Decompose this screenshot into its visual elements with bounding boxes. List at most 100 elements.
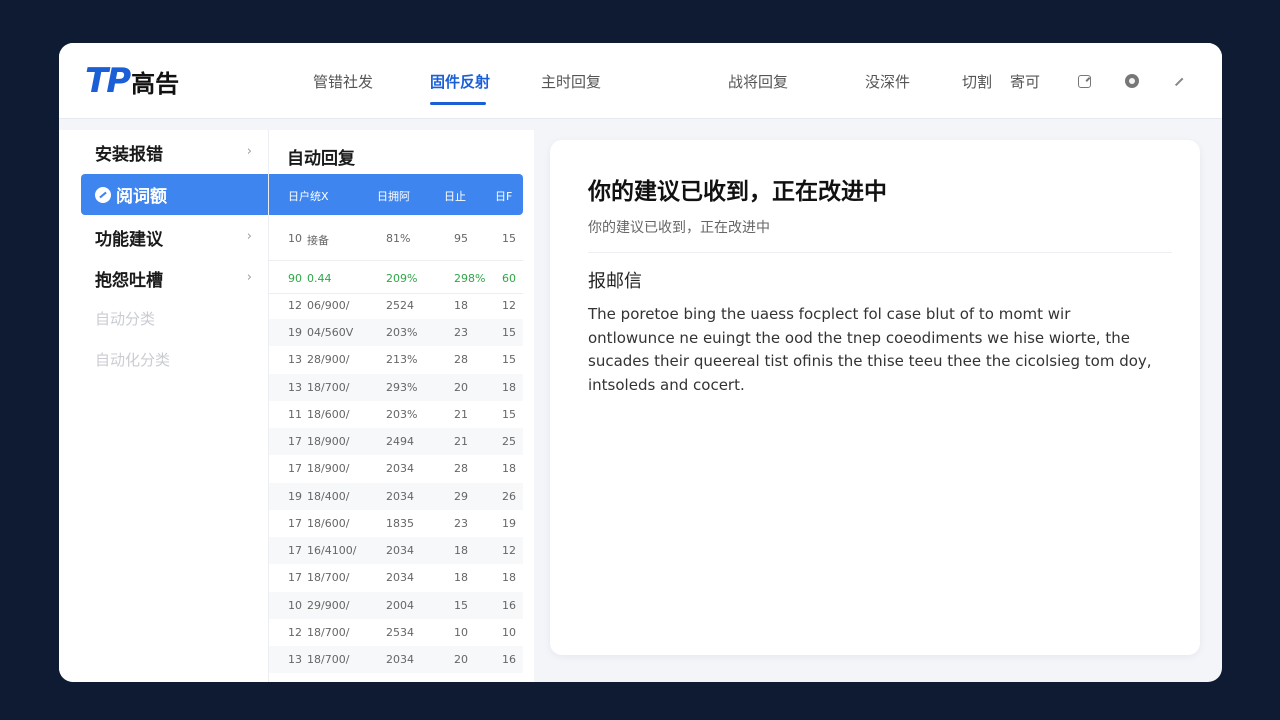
table-row[interactable]: 17 18/600/1835 23 19 (269, 510, 523, 537)
chevron-right-icon: › (246, 229, 252, 244)
table-row[interactable]: 13 18/700/2034 20 16 (269, 646, 523, 673)
table-cell: 16/4100/ (307, 544, 357, 557)
nav-item-0[interactable]: 管错社发 (313, 71, 373, 92)
table-cell: 25 (502, 435, 516, 448)
table-row[interactable]: 90 0.44 209% 298% 60 (269, 260, 523, 294)
column-header[interactable]: 日F (495, 188, 512, 204)
table-cell: 0.44 (307, 271, 332, 285)
divider (588, 252, 1172, 253)
table-cell: 18/700/ (307, 626, 350, 639)
record-icon[interactable] (1125, 74, 1139, 88)
nav-item-5[interactable]: 切割 (962, 71, 992, 92)
category-sidebar: 安装报错 › 阅词额 功能建议 › 抱怨吐槽 › 自动分类 自动化分类 (59, 130, 268, 682)
table-cell: 18 (454, 299, 468, 312)
table-row[interactable]: 11 18/600/203% 21 15 (269, 401, 523, 428)
table-cell: 2524 (386, 299, 414, 312)
message-body: The poretoe bing the uaess focplect fol … (588, 305, 1152, 394)
top-header: TP 高告 管错社发 固件反射 主时回复 战将回复 没深件 切割 寄可 (59, 43, 1222, 119)
table-cell: 15 (502, 326, 516, 339)
edit-window-icon[interactable] (1078, 75, 1091, 88)
table-cell: 19 (288, 326, 302, 339)
table-cell: 60 (502, 271, 516, 285)
table-cell: 19 (288, 490, 302, 503)
table-cell: 95 (454, 232, 468, 245)
column-header[interactable]: 日拥阿 (377, 188, 410, 204)
table-row[interactable]: 10 29/900/2004 15 16 (269, 592, 523, 619)
table-cell: 15 (502, 353, 516, 366)
sidebar-item-auto-classify-2[interactable]: 自动化分类 (81, 339, 268, 380)
logo-text: 高告 (131, 69, 180, 98)
column-header[interactable]: 日户统X (288, 188, 329, 204)
table-cell: 209% (386, 271, 418, 285)
table-cell: 06/900/ (307, 299, 350, 312)
table-cell: 13 (288, 653, 302, 666)
card-subtitle: 你的建议已收到，正在改进中 (588, 220, 770, 236)
table-cell: 28 (454, 353, 468, 366)
table-cell: 90 (288, 271, 302, 285)
table-row[interactable]: 13 18/700/293% 20 18 (269, 374, 523, 401)
table-row[interactable]: 19 04/560V 203% 23 15 (269, 319, 523, 346)
table-cell: 13 (288, 353, 302, 366)
table-row[interactable]: 10 接备 81% 95 15 (269, 225, 523, 252)
table-row[interactable]: 12 18/700/2534 10 10 (269, 619, 523, 646)
table-cell: 23 (454, 517, 468, 530)
table-cell: 17 (288, 571, 302, 584)
feedback-detail-card: 你的建议已收到，正在改进中 你的建议已收到，正在改进中 报邮信 The pore… (550, 140, 1200, 655)
minimize-icon[interactable] (1174, 77, 1184, 86)
nav-item-2[interactable]: 主时回复 (541, 71, 601, 92)
chevron-right-icon: › (246, 270, 252, 285)
table-row[interactable]: 17 18/900/2034 28 18 (269, 455, 523, 482)
column-header[interactable]: 日止 (444, 188, 466, 204)
table-cell: 2534 (386, 626, 414, 639)
table-cell: 12 (502, 299, 516, 312)
nav-item-6[interactable]: 寄可 (1010, 71, 1040, 92)
table-cell: 2034 (386, 462, 414, 475)
table-cell: 17 (288, 544, 302, 557)
sidebar-item-feature-suggestion[interactable]: 功能建议 › (81, 217, 268, 258)
nav-item-1-active[interactable]: 固件反射 (430, 71, 490, 92)
sidebar-item-label: 抱怨吐槽 (95, 271, 163, 291)
table-cell: 18 (454, 571, 468, 584)
nav-item-3[interactable]: 战将回复 (728, 71, 788, 92)
card-title: 你的建议已收到，正在改进中 (588, 179, 887, 205)
table-cell: 18/700/ (307, 571, 350, 584)
table-cell: 18/400/ (307, 490, 350, 503)
table-cell: 1835 (386, 517, 414, 530)
table-cell: 15 (502, 232, 516, 245)
sidebar-item-label: 功能建议 (95, 230, 163, 250)
table-cell: 20 (454, 381, 468, 394)
table-cell: 16 (502, 599, 516, 612)
chevron-right-icon: › (246, 144, 252, 159)
table-cell: 16 (502, 653, 516, 666)
nav-item-4[interactable]: 没深件 (865, 71, 910, 92)
table-cell: 接备 (307, 234, 329, 247)
sidebar-item-selected[interactable]: 阅词额 (81, 174, 268, 215)
table-row[interactable]: 17 18/700/2034 18 18 (269, 564, 523, 591)
table-row[interactable]: 12 06/900/2524 18 12 (269, 292, 523, 319)
table-cell: 23 (454, 326, 468, 339)
table-cell: 298% (454, 271, 486, 285)
table-row[interactable]: 19 18/400/2034 29 26 (269, 483, 523, 510)
table-row[interactable]: 13 28/900/213% 28 15 (269, 346, 523, 373)
table-cell: 12 (288, 626, 302, 639)
app-logo[interactable]: TP 高告 (85, 61, 180, 101)
table-cell: 21 (454, 408, 468, 421)
table-cell: 203% (386, 408, 418, 421)
table-cell: 18/700/ (307, 653, 350, 666)
logo-mark: TP (85, 61, 131, 101)
table-cell: 10 (288, 599, 302, 612)
table-cell: 29/900/ (307, 599, 350, 612)
table-row[interactable]: 17 18/900/2494 21 25 (269, 428, 523, 455)
table-cell: 18/600/ (307, 517, 350, 530)
sidebar-item-label: 自动化分类 (95, 351, 171, 369)
table-cell: 18/900/ (307, 462, 350, 475)
sidebar-item-install-error[interactable]: 安装报错 › (81, 132, 268, 173)
table-cell: 12 (502, 544, 516, 557)
table-row[interactable]: 17 16/4100/2034 18 12 (269, 537, 523, 564)
sidebar-item-auto-classify[interactable]: 自动分类 (81, 298, 268, 339)
table-cell: 28 (454, 462, 468, 475)
table-cell: 15 (502, 408, 516, 421)
table-cell: 2034 (386, 490, 414, 503)
sidebar-item-complaints[interactable]: 抱怨吐槽 › (81, 258, 268, 299)
table-cell: 213% (386, 353, 418, 366)
